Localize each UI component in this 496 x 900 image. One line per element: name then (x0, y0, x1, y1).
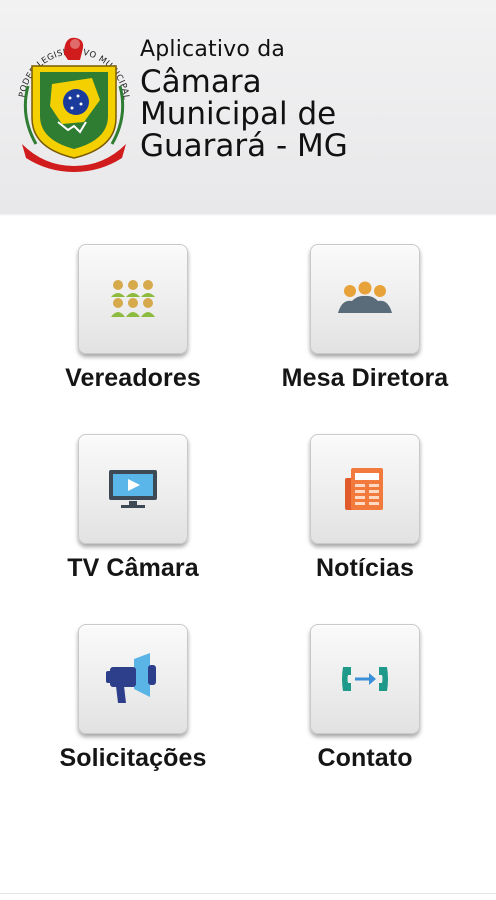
app-subtitle: Aplicativo da (140, 37, 286, 62)
people-group-icon (111, 280, 155, 317)
board-members-icon (338, 281, 392, 313)
tv-monitor-icon (109, 470, 157, 508)
menu-item-mesa-diretora[interactable]: Mesa Diretora (250, 244, 480, 404)
tv-camara-button[interactable] (78, 434, 188, 544)
bottom-divider (0, 893, 496, 894)
contato-label: Contato (317, 744, 413, 772)
app-title: Câmara Municipal de Guarará - MG (140, 66, 348, 162)
noticias-label: Notícias (315, 554, 415, 582)
menu-item-vereadores[interactable]: Vereadores (18, 244, 248, 404)
vereadores-button[interactable] (78, 244, 188, 354)
app-title-line: Municipal de (140, 96, 337, 132)
newspaper-icon (345, 468, 383, 510)
menu-item-solicitacoes[interactable]: Solicitações (18, 624, 248, 784)
menu-item-contato[interactable]: Contato (250, 624, 480, 784)
vereadores-label: Vereadores (65, 364, 201, 392)
solicitacoes-label: Solicitações (59, 744, 207, 772)
phone-transfer-icon (342, 667, 388, 691)
app-header: PODER LEGISLATIVO MUNICIPAL Aplicativo d… (0, 0, 496, 214)
noticias-button[interactable] (310, 434, 420, 544)
solicitacoes-button[interactable] (78, 624, 188, 734)
header-text-block: Aplicativo da Câmara Municipal de Guarar… (140, 36, 348, 162)
app-title-line: Câmara (140, 64, 262, 100)
menu-item-tv-camara[interactable]: TV Câmara (18, 434, 248, 594)
menu-item-noticias[interactable]: Notícias (250, 434, 480, 594)
contato-button[interactable] (310, 624, 420, 734)
mesa-diretora-label: Mesa Diretora (281, 364, 449, 392)
megaphone-icon (106, 653, 156, 703)
tv-camara-label: TV Câmara (67, 554, 199, 582)
municipal-coat-of-arms-logo: PODER LEGISLATIVO MUNICIPAL (17, 37, 130, 172)
app-title-line: Guarará - MG (140, 128, 348, 164)
mesa-diretora-button[interactable] (310, 244, 420, 354)
